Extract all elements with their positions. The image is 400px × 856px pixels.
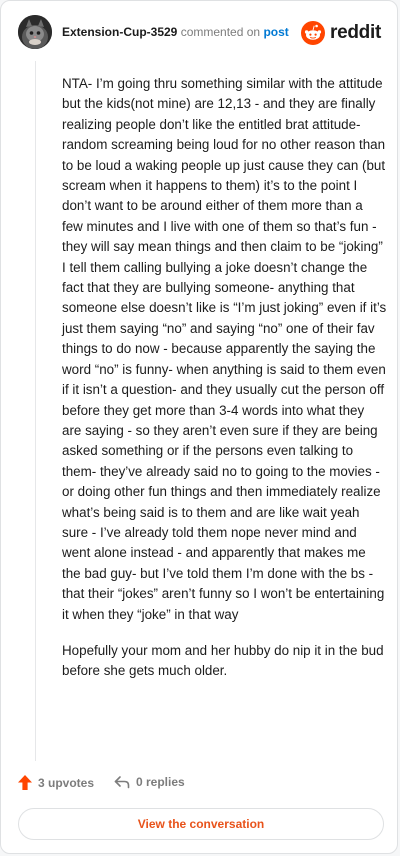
comment-body: NTA- I’m going thru something similar wi… xyxy=(62,74,387,698)
user-avatar[interactable] xyxy=(18,15,52,49)
username[interactable]: Extension-Cup-3529 xyxy=(62,25,177,39)
comment-footer: 3 upvotes 0 replies xyxy=(18,773,381,795)
upvote-arrow-icon xyxy=(18,775,32,790)
post-link[interactable]: post xyxy=(263,25,288,39)
comment-meta: Extension-Cup-3529 commented on post xyxy=(62,25,289,39)
comment-paragraph: NTA- I’m going thru something similar wi… xyxy=(62,76,387,622)
commented-on-text: commented on xyxy=(180,25,261,39)
reply-button[interactable]: 0 replies xyxy=(114,775,185,789)
reddit-logo[interactable]: reddit xyxy=(301,20,381,46)
thread-line xyxy=(35,61,36,761)
reply-count: 0 replies xyxy=(136,775,185,789)
reddit-wordmark: reddit xyxy=(330,22,381,43)
upvote-button[interactable]: 3 upvotes xyxy=(18,775,94,790)
reddit-snoo-icon xyxy=(301,21,326,45)
upvote-count: 3 upvotes xyxy=(38,775,95,790)
reply-arrow-icon xyxy=(114,776,130,789)
comment-paragraph: Hopefully your mom and her hubby do nip … xyxy=(62,642,384,679)
comment-header: Extension-Cup-3529 commented on post red… xyxy=(18,15,381,53)
avatar-cat-image xyxy=(18,15,52,49)
view-conversation-button[interactable]: View the conversation xyxy=(18,808,384,840)
comment-card: Extension-Cup-3529 commented on post red… xyxy=(0,0,398,854)
